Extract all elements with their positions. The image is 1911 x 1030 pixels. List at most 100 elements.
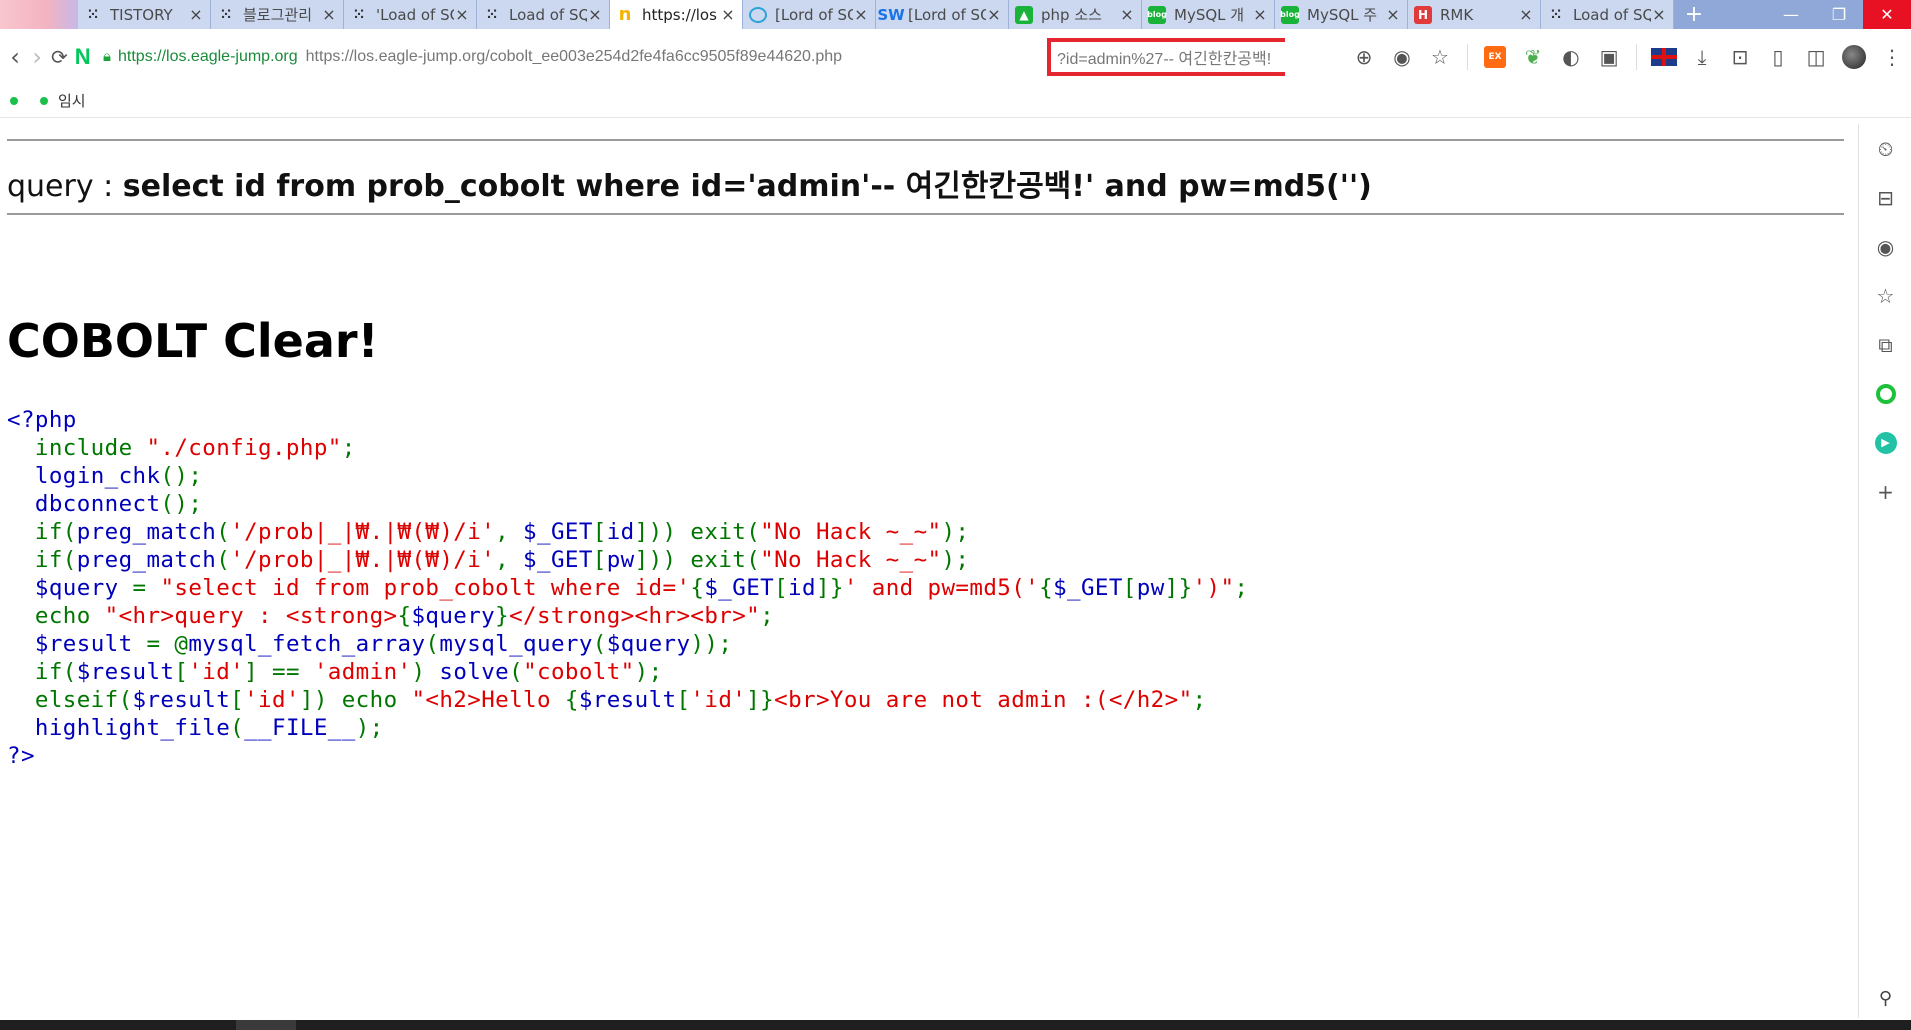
close-window-button[interactable]: ✕ [1863, 0, 1911, 29]
page-content: query : select id from prob_cobolt where… [0, 124, 1852, 1018]
side-play-button[interactable]: ▶ [1859, 418, 1911, 467]
reader-button[interactable]: ▯ [1759, 38, 1797, 76]
code-token: preg_match [76, 547, 217, 573]
code-token: "No Hack ~_~" [760, 547, 942, 573]
browser-tab[interactable]: n https://los × [610, 0, 743, 29]
code-token: include [7, 435, 147, 461]
browser-tab[interactable]: ⁙ Load of SQL× [477, 0, 610, 29]
code-token: id [788, 575, 816, 601]
code-token: if( [7, 659, 77, 685]
side-history-button[interactable]: ⏲ [1859, 124, 1911, 173]
code-token: ; [760, 603, 775, 629]
address-bar[interactable]: 🔒︎ https://los.eagle-jump.org https://lo… [95, 37, 1286, 77]
code-token: { [690, 575, 705, 601]
code-token: $result [76, 659, 175, 685]
tab-close-icon[interactable]: × [321, 5, 337, 24]
new-tab-button[interactable]: + [1674, 0, 1714, 29]
zoom-button[interactable]: ⊕ [1345, 38, 1383, 76]
code-token: ) [411, 659, 440, 685]
reload-button[interactable]: ⟳ [48, 39, 70, 75]
code-token: ); [355, 715, 384, 741]
browser-tab[interactable]: H RMK × [1408, 0, 1541, 29]
naver-home-button[interactable]: N [70, 44, 95, 70]
code-token: pw [1136, 575, 1165, 601]
restore-button[interactable]: ❐ [1815, 0, 1863, 29]
code-line: dbconnect(); [7, 490, 1248, 518]
code-token: "select id from prob_cobolt where id=' [160, 575, 691, 601]
tistory-dots-icon: ⁙ [220, 6, 232, 23]
code-token: $result [132, 687, 231, 713]
code-token: = [132, 575, 161, 601]
forward-arrow-icon: › [32, 42, 43, 71]
browser-tab[interactable]: blog MySQL 주 × [1275, 0, 1408, 29]
tab-close-icon[interactable]: × [1119, 5, 1135, 24]
side-shield-button[interactable]: ◉ [1859, 222, 1911, 271]
extension-leaf-button[interactable]: ❦ [1514, 38, 1552, 76]
tab-close-icon[interactable]: × [188, 5, 204, 24]
extension-image-button[interactable]: ▣ [1590, 38, 1628, 76]
sidebar-toggle-button[interactable]: ◫ [1797, 38, 1835, 76]
taskbar-item[interactable] [236, 1020, 296, 1030]
download-button[interactable]: ⤓ [1683, 38, 1721, 76]
capture-button[interactable]: ⊡ [1721, 38, 1759, 76]
bookmark-label: 임시 [58, 92, 86, 110]
back-button[interactable]: ‹ [4, 39, 26, 75]
lock-icon: 🔒︎ [103, 48, 111, 65]
bookmark-star-button[interactable]: ☆ [1421, 38, 1459, 76]
bookmark-dot-icon[interactable] [10, 96, 18, 105]
browser-tab[interactable]: ⁙ Load of SQL× [1541, 0, 1674, 29]
code-token: preg_match [76, 519, 217, 545]
profile-button[interactable] [1835, 38, 1873, 76]
green-cap-icon: ▲ [1015, 5, 1033, 24]
tab-close-icon[interactable]: × [587, 5, 603, 24]
side-green-app-button[interactable] [1859, 369, 1911, 418]
h-icon: H [1414, 5, 1432, 24]
menu-button[interactable]: ⋮ [1873, 38, 1911, 76]
side-archive-button[interactable]: ⊟ [1859, 173, 1911, 222]
code-token: ( [592, 631, 607, 657]
side-favorites-button[interactable]: ☆ [1859, 271, 1911, 320]
browser-tab[interactable]: ▲ php 소스 × [1009, 0, 1142, 29]
code-token: highlight_file [34, 715, 231, 741]
tab-close-icon[interactable]: × [1518, 5, 1534, 24]
star-icon: ☆ [1431, 44, 1449, 69]
code-token: echo [7, 603, 105, 629]
tab-close-icon[interactable]: × [1252, 5, 1268, 24]
forward-button[interactable]: › [26, 39, 48, 75]
code-token: $_GET [1053, 575, 1123, 601]
tab-close-icon[interactable]: × [454, 5, 470, 24]
history-icon: ⏲ [1877, 136, 1894, 161]
tab-close-icon[interactable]: × [853, 5, 869, 24]
code-token: $_GET [523, 519, 593, 545]
bookmark-folder-item[interactable]: 임시 [40, 90, 86, 111]
browser-tab[interactable]: blog MySQL 개 × [1142, 0, 1275, 29]
side-pages-button[interactable]: ⧉ [1859, 320, 1911, 369]
back-arrow-icon: ‹ [10, 42, 20, 71]
side-pin-button[interactable]: ⚲ [1859, 978, 1911, 1018]
tab-close-icon[interactable]: × [986, 5, 1002, 24]
code-token: ]) echo [299, 687, 412, 713]
minimize-button[interactable]: — [1767, 0, 1815, 29]
side-add-button[interactable]: + [1859, 467, 1911, 516]
extension-mouse-button[interactable]: ◐ [1552, 38, 1590, 76]
php-source-code: <?php include "./config.php"; login_chk(… [7, 406, 1248, 770]
code-token: ]} [815, 575, 844, 601]
code-token: ])) exit( [634, 547, 761, 573]
browser-tab[interactable]: ⁙ 'Load of SQL× [344, 0, 477, 29]
code-token: ( [425, 631, 440, 657]
translate-button[interactable] [1645, 38, 1683, 76]
browser-tab[interactable]: SW[Lord of SQL× [876, 0, 1009, 29]
code-line: if($result['id'] == 'admin') solve("cobo… [7, 658, 1248, 686]
tab-close-icon[interactable]: × [1385, 5, 1401, 24]
code-token: ( [230, 715, 245, 741]
browser-tab[interactable]: [Lord of SQL× [743, 0, 876, 29]
extension-ex-button[interactable]: EX [1476, 38, 1514, 76]
shield-button[interactable]: ◉ [1383, 38, 1421, 76]
tab-close-icon[interactable]: × [1651, 5, 1667, 24]
tab-close-icon[interactable]: × [720, 5, 736, 24]
green-ring-icon [1875, 383, 1896, 404]
browser-tab[interactable]: ⁙ 블로그관리 × [211, 0, 344, 29]
navigation-toolbar: ‹ › ⟳ N 🔒︎ https://los.eagle-jump.org ht… [0, 29, 1911, 84]
browser-tab[interactable]: ⁙ TISTORY × [78, 0, 211, 29]
code-token: ' and pw=md5(' [843, 575, 1040, 601]
